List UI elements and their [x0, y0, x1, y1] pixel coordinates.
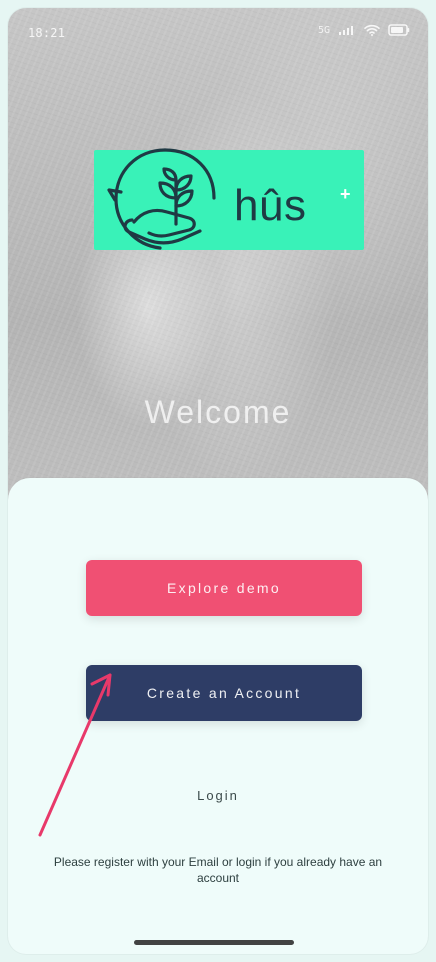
status-icons: 5G	[318, 24, 410, 36]
brand-logo: hûs +	[94, 140, 364, 260]
battery-icon	[388, 24, 410, 36]
home-indicator	[134, 940, 294, 945]
phone-screen: 18:21 5G hûs + Welcome Explore demo Crea…	[8, 8, 428, 954]
register-info-text: Please register with your Email or login…	[53, 855, 383, 885]
app-frame: 18:21 5G hûs + Welcome Explore demo Crea…	[0, 0, 436, 962]
network-type: 5G	[317, 24, 330, 36]
welcome-title: Welcome	[144, 394, 292, 430]
status-time: 18:21	[28, 26, 66, 40]
background-image	[8, 8, 428, 528]
logo-wordmark: hûs	[234, 181, 307, 230]
hand-plant-logo-icon	[106, 140, 224, 260]
status-bar: 18:21 5G	[8, 8, 428, 60]
logo-plus: +	[340, 184, 351, 204]
bottom-card: Explore demo Create an Account Login Ple…	[8, 478, 428, 954]
login-link[interactable]: Login	[8, 788, 428, 803]
wifi-icon	[364, 24, 380, 36]
explore-demo-button[interactable]: Explore demo	[86, 560, 362, 616]
cellular-icon	[338, 24, 356, 36]
create-account-button[interactable]: Create an Account	[86, 665, 362, 721]
